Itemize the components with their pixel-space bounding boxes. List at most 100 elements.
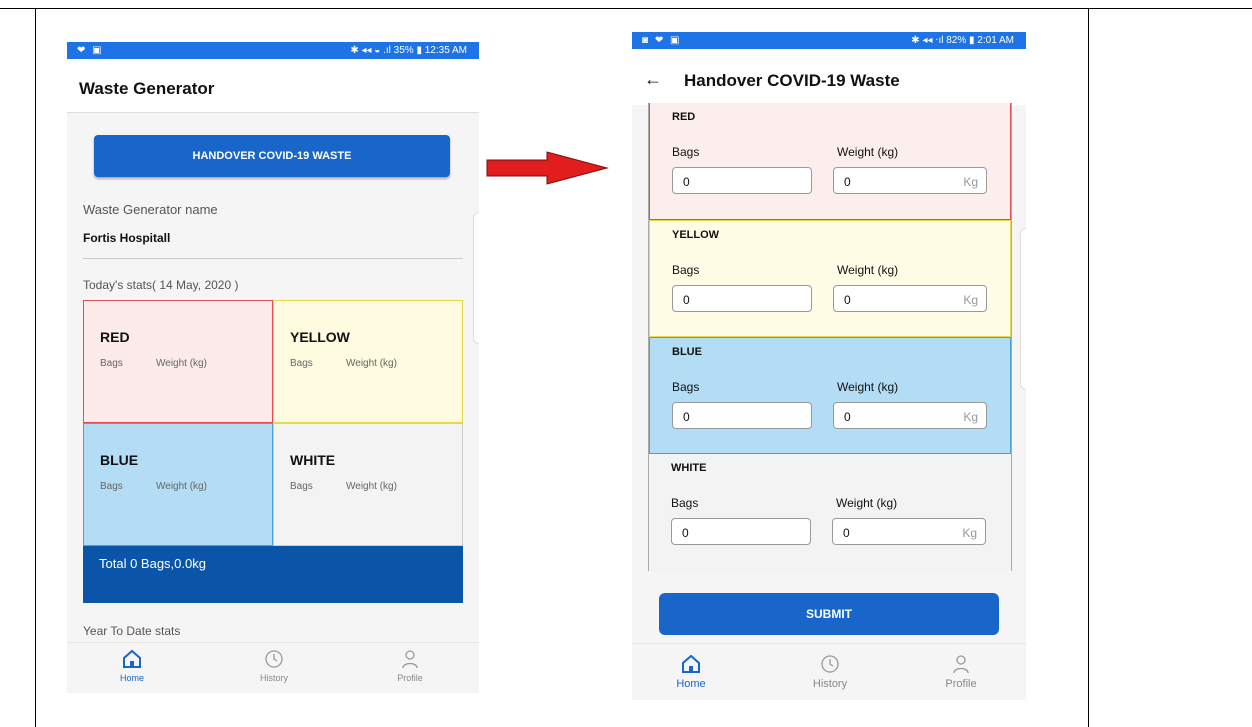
bags-label: Bags: [672, 263, 700, 277]
section-red: RED Bags Weight (kg) 0 0 Kg: [649, 103, 1011, 220]
weight-label: Weight (kg): [837, 380, 899, 394]
input-value: 0: [682, 526, 689, 540]
stat-weight-label: Weight (kg): [156, 358, 207, 369]
yellow-weight-input[interactable]: 0 Kg: [833, 285, 987, 312]
unit-suffix: Kg: [963, 410, 978, 424]
generator-name-value: Fortis Hospitall: [83, 231, 171, 245]
stat-card-title: WHITE: [290, 452, 336, 468]
nav-history[interactable]: History: [239, 649, 309, 683]
stat-card-title: YELLOW: [290, 329, 350, 345]
nav-home[interactable]: Home: [656, 654, 726, 690]
stat-bags-label: Bags: [290, 358, 313, 369]
page-title: Waste Generator: [79, 79, 215, 98]
white-bags-input[interactable]: 0: [671, 518, 811, 545]
section-title: YELLOW: [672, 229, 720, 241]
blue-weight-input[interactable]: 0 Kg: [833, 402, 987, 429]
stat-bags-label: Bags: [290, 481, 313, 492]
status-icons-left: ◙ ❤ ▣: [642, 35, 682, 46]
stat-weight-label: Weight (kg): [346, 481, 397, 492]
nav-home-label: Home: [119, 673, 144, 683]
weight-label: Weight (kg): [836, 496, 898, 510]
unit-suffix: Kg: [963, 175, 978, 189]
nav-history[interactable]: History: [795, 654, 865, 690]
weight-label: Weight (kg): [837, 263, 899, 277]
stat-bags-label: Bags: [100, 358, 123, 369]
history-icon: [265, 650, 283, 668]
input-value: 0: [844, 410, 851, 424]
nav-profile-label: Profile: [945, 678, 977, 690]
stats-grid: RED Bags Weight (kg) YELLOW Bags Weight …: [83, 300, 463, 546]
status-info: ✱ ◂◂ ◒ .ıl 35% ▮ 12:35 AM: [350, 45, 467, 56]
input-value: 0: [683, 293, 690, 307]
input-value: 0: [844, 293, 851, 307]
red-bags-input[interactable]: 0: [672, 167, 812, 194]
bottom-nav: Home History Profile: [632, 643, 1026, 700]
section-blue: BLUE Bags Weight (kg) 0 0 Kg: [649, 337, 1011, 454]
back-arrow-icon[interactable]: ←: [644, 69, 662, 90]
stat-card-white: WHITE Bags Weight (kg): [273, 423, 463, 546]
total-summary: Total 0 Bags,0.0kg: [83, 546, 463, 603]
nav-profile[interactable]: Profile: [926, 654, 996, 690]
total-summary-text: Total 0 Bags,0.0kg: [99, 556, 206, 571]
app-bar: Waste Generator: [67, 59, 479, 113]
nav-profile[interactable]: Profile: [375, 649, 445, 683]
bags-label: Bags: [671, 496, 699, 510]
bags-label: Bags: [672, 380, 700, 394]
yellow-bags-input[interactable]: 0: [672, 285, 812, 312]
stat-card-blue: BLUE Bags Weight (kg): [83, 423, 273, 546]
frame-border-left: [35, 8, 36, 727]
nav-history-label: History: [812, 678, 848, 690]
nav-history-label: History: [259, 673, 288, 683]
handover-waste-screen: ◙ ❤ ▣ ✱ ◂◂ ‧ıl 82% ▮ 2:01 AM ← Handover …: [632, 32, 1026, 700]
status-bar: ◙ ❤ ▣ ✱ ◂◂ ‧ıl 82% ▮ 2:01 AM: [632, 32, 1026, 49]
status-bar: ❤ ▣ ✱ ◂◂ ◒ .ıl 35% ▮ 12:35 AM: [67, 42, 479, 59]
bags-label: Bags: [672, 145, 700, 159]
profile-icon: [402, 650, 418, 669]
input-value: 0: [683, 175, 690, 189]
weight-label: Weight (kg): [837, 145, 899, 159]
stat-card-red: RED Bags Weight (kg): [83, 300, 273, 423]
side-panel-handle[interactable]: [473, 212, 479, 344]
input-value: 0: [844, 175, 851, 189]
blue-bags-input[interactable]: 0: [672, 402, 812, 429]
unit-suffix: Kg: [963, 293, 978, 307]
home-icon: [123, 649, 141, 668]
status-info: ✱ ◂◂ ‧ıl 82% ▮ 2:01 AM: [911, 35, 1014, 46]
bottom-nav: Home History Profile: [67, 642, 479, 693]
red-weight-input[interactable]: 0 Kg: [833, 167, 987, 194]
frame-border-right: [1088, 8, 1089, 727]
right-arrow-icon: [486, 151, 609, 185]
section-yellow: YELLOW Bags Weight (kg) 0 0 Kg: [649, 220, 1011, 337]
stat-card-title: RED: [100, 329, 130, 345]
stat-weight-label: Weight (kg): [156, 481, 207, 492]
handover-covid-waste-button[interactable]: HANDOVER COVID-19 WASTE: [94, 135, 450, 177]
input-value: 0: [683, 410, 690, 424]
handover-form: RED Bags Weight (kg) 0 0 Kg YELLOW Bags W…: [648, 103, 1012, 571]
section-white: WHITE Bags Weight (kg) 0 0 Kg: [649, 454, 1011, 571]
stat-card-title: BLUE: [100, 452, 139, 468]
profile-icon: [953, 655, 969, 674]
waste-generator-screen: ❤ ▣ ✱ ◂◂ ◒ .ıl 35% ▮ 12:35 AM Waste Gene…: [67, 42, 479, 693]
nav-home-label: Home: [676, 678, 706, 690]
input-value: 0: [843, 526, 850, 540]
generator-name-label: Waste Generator name: [83, 202, 218, 217]
nav-home[interactable]: Home: [97, 649, 167, 683]
history-icon: [821, 655, 839, 673]
status-icons-left: ❤ ▣: [77, 45, 104, 56]
divider: [83, 258, 463, 259]
stat-card-yellow: YELLOW Bags Weight (kg): [273, 300, 463, 423]
section-title: BLUE: [672, 346, 702, 358]
section-title: WHITE: [671, 462, 707, 474]
home-icon: [682, 654, 700, 673]
nav-profile-label: Profile: [397, 673, 423, 683]
stat-bags-label: Bags: [100, 481, 123, 492]
stat-weight-label: Weight (kg): [346, 358, 397, 369]
page-title: Handover COVID-19 Waste: [684, 71, 900, 90]
submit-button[interactable]: SUBMIT: [659, 593, 999, 635]
side-panel-handle[interactable]: [1020, 228, 1026, 390]
section-title: RED: [672, 111, 696, 123]
today-stats-heading: Today's stats( 14 May, 2020 ): [83, 278, 239, 292]
white-weight-input[interactable]: 0 Kg: [832, 518, 986, 545]
app-bar: ← Handover COVID-19 Waste: [632, 49, 1026, 105]
frame-border-top: [0, 8, 1252, 9]
